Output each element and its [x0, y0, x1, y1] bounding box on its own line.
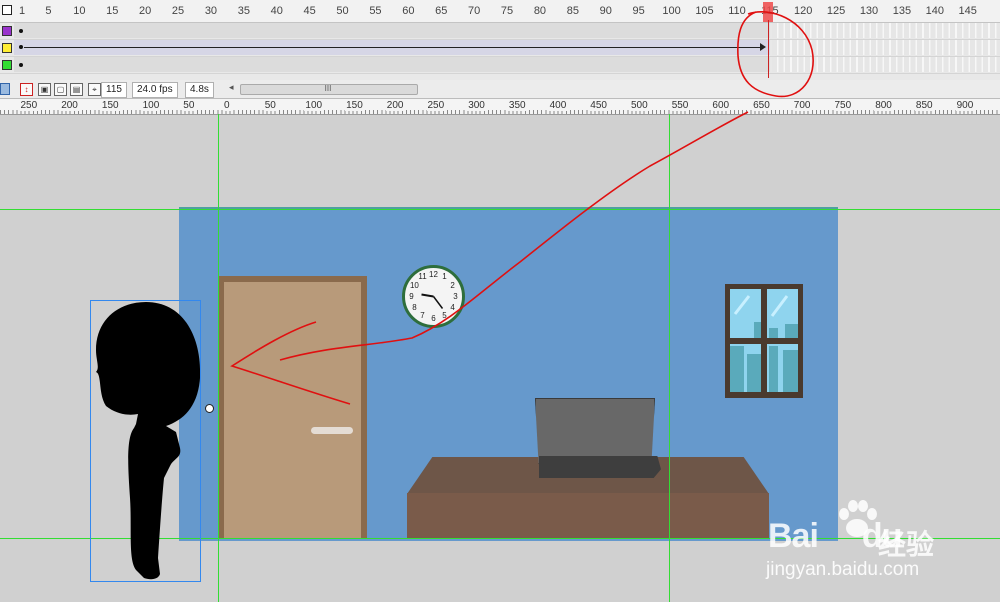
watermark-url: jingyan.baidu.com — [766, 559, 920, 580]
annotation-circle — [737, 10, 814, 98]
baidu-paw-icon — [839, 500, 877, 537]
baidu-logo-bai: Bai — [768, 517, 819, 555]
annotation-arrowhead — [230, 321, 351, 405]
annotation-curve — [279, 111, 749, 361]
watermark-cn-text: 经验 — [878, 529, 935, 560]
